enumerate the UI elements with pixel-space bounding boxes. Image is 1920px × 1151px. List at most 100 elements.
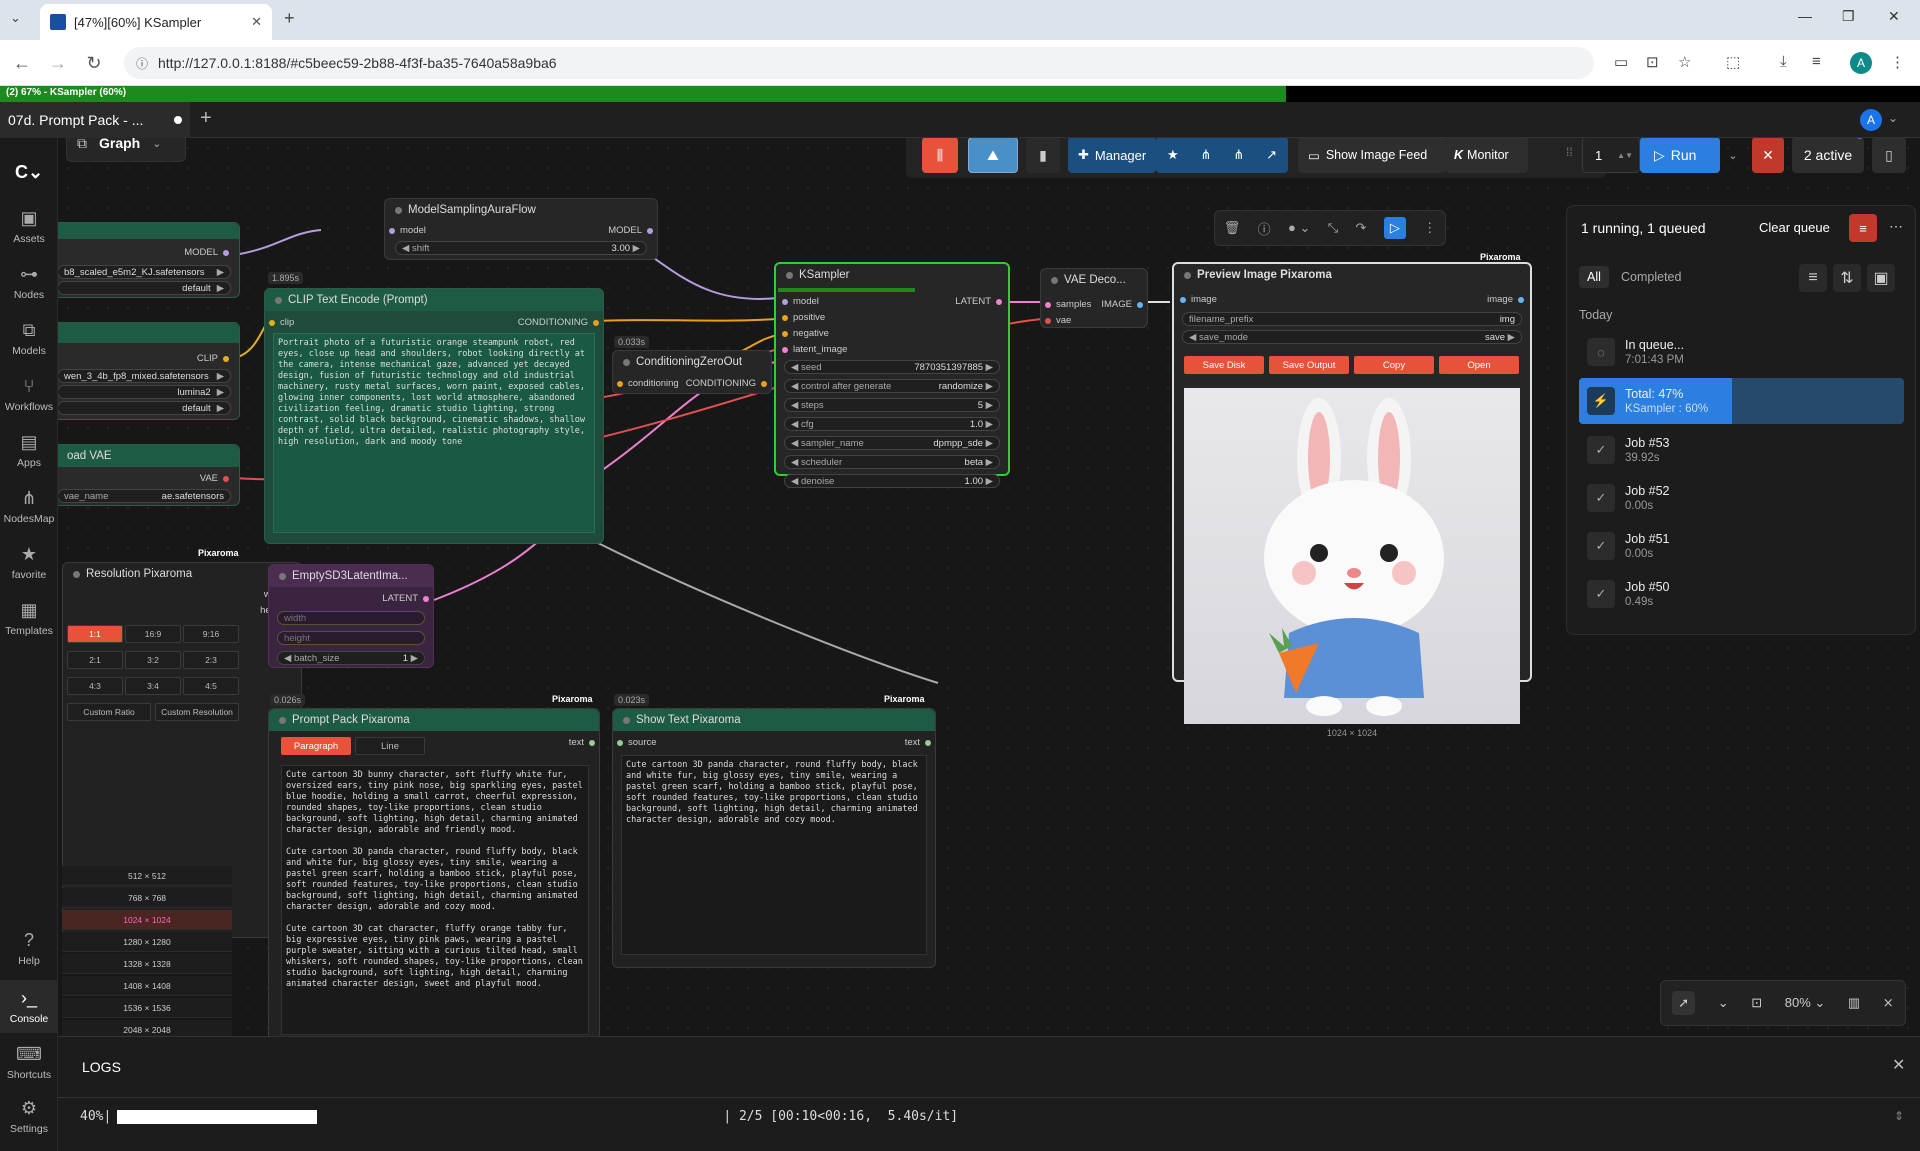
ks-input-negative[interactable]: negative — [782, 328, 829, 339]
clip-device-widget[interactable]: default ▶ — [58, 401, 231, 415]
sidebar-item-nodes[interactable]: ⊶ Nodes — [0, 264, 58, 301]
fit-view-icon[interactable]: ⊡ — [1751, 995, 1762, 1011]
share-icon[interactable]: ⋔ — [1201, 147, 1212, 163]
color-icon[interactable]: ● ⌄ — [1288, 220, 1310, 236]
ratio-4-5[interactable]: 4:5 — [183, 677, 239, 695]
collapse-icon[interactable]: ⤡ — [1328, 220, 1338, 236]
info-icon[interactable]: ⓘ — [1258, 219, 1271, 238]
shift-widget[interactable]: ◀ shift 3.00 ▶ — [395, 241, 647, 255]
ks-output-latent[interactable]: LATENT — [955, 296, 1002, 307]
tab-all[interactable]: All — [1579, 266, 1609, 288]
page-icon[interactable]: ▭ — [1614, 53, 1628, 71]
extensions-icon[interactable]: ⬚ — [1726, 53, 1740, 71]
back-icon[interactable]: ← — [8, 49, 36, 77]
hide-links-icon[interactable]: ⨯ — [1883, 995, 1894, 1011]
clear-queue-button[interactable]: Clear queue — [1759, 220, 1830, 235]
more-icon[interactable]: ⋮ — [1423, 220, 1436, 236]
drag-handle-icon[interactable]: ⁞⁞ — [1566, 145, 1573, 159]
add-workflow-icon[interactable]: + — [200, 107, 212, 130]
trash-icon[interactable]: 🗑 — [1224, 220, 1241, 236]
custom-resolution-button[interactable]: Custom Resolution — [155, 703, 239, 721]
sidebar-item-help[interactable]: ? Help — [0, 930, 58, 967]
empty-latent-output[interactable]: LATENT — [382, 593, 429, 604]
user-avatar[interactable]: A — [1860, 109, 1882, 131]
paragraph-mode-button[interactable]: Paragraph — [281, 737, 351, 755]
queue-item-job-51[interactable]: ✓ Job #51 0.00s — [1579, 524, 1904, 568]
install-icon[interactable]: ⊡ — [1646, 53, 1659, 71]
batch-count-input[interactable]: 1 ▲▼ — [1582, 138, 1640, 173]
show-image-feed-button[interactable]: ▭ Show Image Feed — [1298, 138, 1446, 173]
steps-widget[interactable]: ◀ steps 5 ▶ — [784, 398, 1000, 412]
close-logs-icon[interactable]: ✕ — [1892, 1055, 1905, 1075]
arrow-icon[interactable]: ↗ — [1266, 147, 1277, 163]
unet-loader-node[interactable]: MODEL b8_scaled_e5m2_KJ.safetensors ▶ def… — [58, 222, 240, 298]
sidebar-item-favorite[interactable]: ★ favorite — [0, 544, 58, 581]
panel-toggle-icon[interactable]: ▯ — [1872, 138, 1906, 173]
scheduler-widget[interactable]: ◀ scheduler beta ▶ — [784, 455, 1000, 469]
conditioning-zero-out-node[interactable]: ConditioningZeroOut conditioning CONDITI… — [612, 350, 772, 394]
manager-button[interactable]: ✚ Manager — [1068, 138, 1156, 173]
bookmark-icon[interactable]: ▮ — [1026, 138, 1060, 173]
run-options-icon[interactable]: ⌄ — [1724, 138, 1742, 173]
prompt-pack-node[interactable]: Prompt Pack Pixaroma text Paragraph Line… — [268, 708, 600, 1036]
window-close-icon[interactable]: ✕ — [1888, 8, 1900, 25]
zeroout-input[interactable]: conditioning — [617, 378, 679, 389]
model-sampling-auraflow-node[interactable]: ModelSamplingAuraFlow model MODEL ◀ shif… — [384, 198, 658, 260]
minimize-icon[interactable]: — — [1798, 8, 1812, 24]
batch-size-widget[interactable]: ◀ batch_size 1 ▶ — [277, 651, 425, 665]
forward-icon[interactable]: → — [44, 49, 72, 77]
ratio-2-3[interactable]: 2:3 — [183, 651, 239, 669]
clip-encode-input[interactable]: clip — [269, 317, 294, 328]
save-disk-button[interactable]: Save Disk — [1184, 356, 1264, 374]
ks-input-model[interactable]: model — [782, 296, 819, 307]
clip-output[interactable]: CLIP — [197, 353, 229, 364]
tab-list-icon[interactable]: ⌄ — [10, 10, 21, 26]
res-size-1280[interactable]: 1280 × 1280 — [62, 932, 232, 952]
browser-tab[interactable]: [47%][60%] KSampler ✕ — [40, 4, 272, 40]
sidebar-item-templates[interactable]: ▦ Templates — [0, 600, 58, 637]
res-size-1408[interactable]: 1408 × 1408 — [62, 976, 232, 996]
reload-icon[interactable]: ↻ — [80, 49, 108, 77]
denoise-widget[interactable]: ◀ denoise 1.00 ▶ — [784, 474, 1000, 488]
manager-logo-icon[interactable]: ⛰ — [968, 138, 1018, 173]
vae-decode-samples-input[interactable]: samples — [1045, 299, 1091, 310]
workflow-tab[interactable]: 07d. Prompt Pack - ... — [0, 102, 190, 138]
line-mode-button[interactable]: Line — [355, 737, 425, 755]
empty-height-widget[interactable]: height — [277, 631, 425, 645]
seed-widget[interactable]: ◀ seed 787035139788​5 ▶ — [784, 360, 1000, 374]
empty-width-widget[interactable]: width — [277, 611, 425, 625]
sidebar-item-shortcuts[interactable]: ⌨ Shortcuts — [0, 1044, 58, 1081]
res-size-2048[interactable]: 2048 × 2048 — [62, 1020, 232, 1036]
cfg-widget[interactable]: ◀ cfg 1.0 ▶ — [784, 417, 1000, 431]
sidebar-item-assets[interactable]: ▣ Assets — [0, 208, 58, 245]
queue-item-job-53[interactable]: ✓ Job #53 39.92s — [1579, 428, 1904, 472]
clear-queue-icon[interactable]: ≡ — [1849, 214, 1877, 242]
save-mode-widget[interactable]: ◀ save_mode save ▶ — [1182, 330, 1522, 344]
control-after-generate-widget[interactable]: ◀ control after generate randomize ▶ — [784, 379, 1000, 393]
vae-decode-vae-input[interactable]: vae — [1045, 315, 1071, 326]
minimap-icon[interactable]: ▥ — [1848, 995, 1860, 1011]
star-icon[interactable]: ★ — [1167, 147, 1179, 163]
logo-icon[interactable]: C⌄ — [0, 162, 58, 187]
restore-icon[interactable]: ❐ — [1842, 8, 1855, 25]
res-size-768[interactable]: 768 × 768 — [62, 888, 232, 908]
zoom-select[interactable]: 80% ⌄ — [1785, 995, 1826, 1011]
conditioning-output[interactable]: CONDITIONING — [518, 317, 599, 328]
graph-mode-button[interactable]: ⧉ Graph ⌄ — [66, 138, 186, 162]
res-size-512[interactable]: 512 × 512 — [62, 866, 232, 886]
vae-name-widget[interactable]: vae_name ae.safetensors — [58, 489, 231, 503]
filter-icon[interactable]: ≡ — [1799, 264, 1827, 292]
weight-dtype-widget[interactable]: default ▶ — [58, 281, 231, 295]
sidebar-item-apps[interactable]: ▤ Apps — [0, 432, 58, 469]
reading-list-icon[interactable]: ≡ — [1812, 53, 1821, 70]
run-button[interactable]: ▷ Run — [1640, 138, 1720, 173]
scroll-icon[interactable]: ⇕ — [1894, 1109, 1904, 1123]
unet-output[interactable]: MODEL — [184, 247, 229, 258]
res-size-1024[interactable]: 1024 × 1024 — [62, 910, 232, 930]
vae-decode-image-output[interactable]: IMAGE — [1101, 299, 1143, 310]
ratio-3-2[interactable]: 3:2 — [125, 651, 181, 669]
monitor-button[interactable]: K Monitor — [1446, 138, 1528, 173]
gallery-icon[interactable]: ▣ — [1867, 264, 1895, 292]
sidebar-item-settings[interactable]: ⚙ Settings — [0, 1098, 58, 1135]
queue-item-running[interactable]: ⚡ Total: 47% KSampler : 60% — [1579, 378, 1904, 424]
